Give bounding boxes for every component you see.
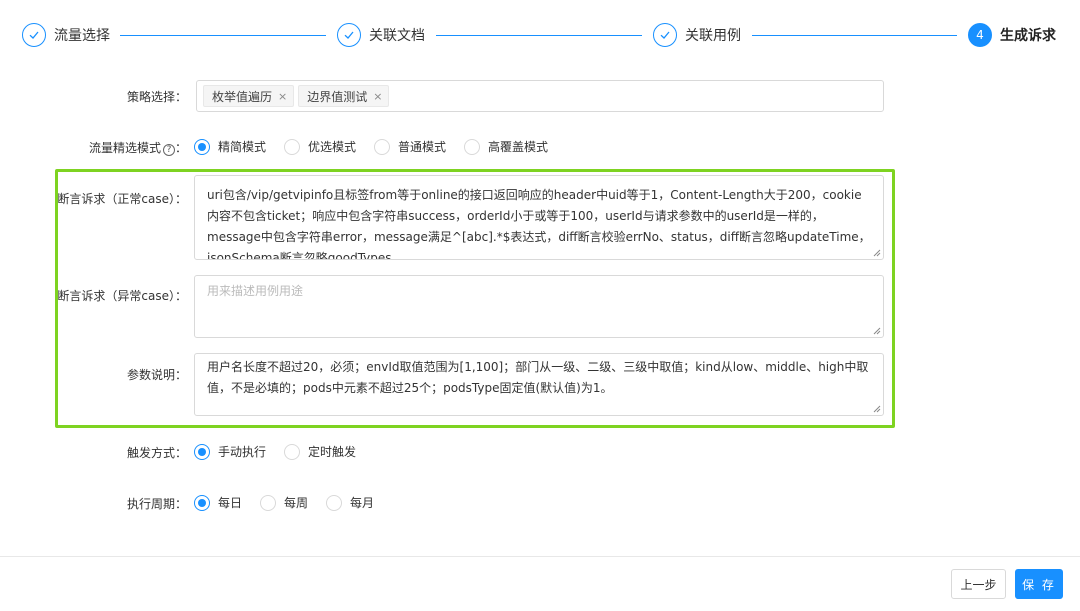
assert-abnormal-label: 断言诉求（异常case）： [57,289,187,303]
step-generate[interactable]: 4 生成诉求 [968,22,1056,48]
strategy-select[interactable]: 枚举值遍历 × 边界值测试 × [196,80,884,112]
radio-checked-icon [194,443,210,460]
step-label: 关联文档 [369,28,425,44]
radio-option[interactable]: 每日 [194,494,242,511]
radio-icon [326,494,343,511]
step-link-case[interactable]: 关联用例 [653,22,741,48]
step-connector [120,35,326,36]
radio-option[interactable]: 精简模式 [194,138,266,155]
step-number: 4 [968,23,992,47]
step-connector [436,35,642,36]
check-icon [22,23,46,47]
radio-option[interactable]: 普通模式 [374,138,446,155]
radio-checked-icon [194,138,210,155]
strategy-label: 策略选择： [126,90,187,104]
param-desc-label: 参数说明： [126,368,187,382]
resize-handle-icon[interactable] [873,249,881,257]
step-link-doc[interactable]: 关联文档 [337,22,425,48]
radio-option[interactable]: 每周 [260,494,308,511]
prev-step-button[interactable]: 上一步 [951,569,1006,599]
footer-divider [0,556,1080,557]
period-radio-group: 每日 每周 每月 [194,494,392,511]
save-button[interactable]: 保 存 [1015,569,1063,599]
strategy-tag: 枚举值遍历 × [203,85,295,107]
help-icon[interactable]: ? [162,144,175,156]
check-icon [653,23,677,47]
strategy-tag: 边界值测试 × [298,85,390,107]
steps-bar: 流量选择 关联文档 关联用例 4 生成诉求 [22,22,1062,48]
radio-icon [284,138,301,155]
resize-handle-icon[interactable] [873,405,881,413]
tag-label: 边界值测试 [307,89,368,104]
radio-option[interactable]: 每月 [326,494,374,511]
radio-option[interactable]: 定时触发 [284,443,356,460]
tag-label: 枚举值遍历 [212,89,273,104]
close-icon[interactable]: × [373,90,382,103]
step-label: 生成诉求 [1000,28,1056,44]
radio-icon [374,138,391,155]
traffic-mode-radio-group: 精简模式 优选模式 普通模式 高覆盖模式 [194,138,566,155]
resize-handle-icon[interactable] [873,327,881,335]
radio-option[interactable]: 优选模式 [284,138,356,155]
assert-normal-textarea[interactable]: uri包含/vip/getvipinfo且标签from等于online的接口返回… [194,175,884,260]
radio-option[interactable]: 高覆盖模式 [464,138,548,155]
radio-icon [284,443,301,460]
step-label: 流量选择 [54,28,110,44]
step-connector [752,35,957,36]
period-label: 执行周期： [126,497,187,511]
close-icon[interactable]: × [278,90,287,103]
radio-icon [260,494,277,511]
step-label: 关联用例 [685,28,741,44]
step-traffic-select[interactable]: 流量选择 [22,22,110,48]
assert-abnormal-textarea[interactable]: 用来描述用例用途 [194,275,884,338]
trigger-label: 触发方式： [126,446,187,460]
radio-option[interactable]: 手动执行 [194,443,266,460]
check-icon [337,23,361,47]
param-desc-textarea[interactable]: 用户名长度不超过20，必须；envId取值范围为[1,100]；部门从一级、二级… [194,353,884,416]
traffic-mode-label: 流量精选模式?： [88,141,187,156]
radio-checked-icon [194,494,210,511]
assert-normal-label: 断言诉求（正常case）： [57,192,187,206]
trigger-radio-group: 手动执行 定时触发 [194,443,374,460]
radio-icon [464,138,481,155]
